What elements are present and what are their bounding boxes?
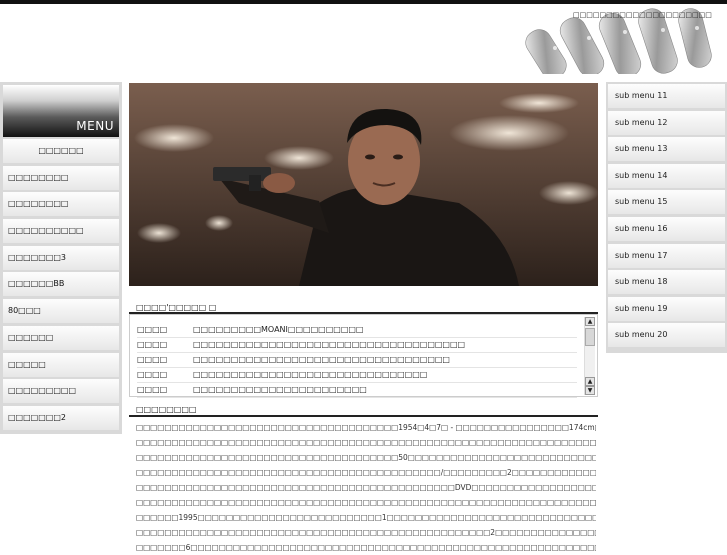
header: □□□□□□□□□□□□□□□□□□□□□ xyxy=(0,4,727,74)
profile-divider xyxy=(129,415,598,417)
profile-text: □□□□□□□□□□□□□□□□□□□□□□□□□□□□□□□□□□□□□195… xyxy=(136,420,596,555)
profile-line: □□□□□□□□□□□□□□□□□□□□□□□□□□□□□□□□□□□□□□□□… xyxy=(136,528,596,537)
left-menu-item[interactable]: □□□□□□□2 xyxy=(3,405,119,430)
left-menu-item[interactable]: □□□□□□□□□□ xyxy=(3,219,119,244)
profile-line: □□□□□□□□□□□□□□□□□□□□□□□□□□□□□□□□□□□□□□□□… xyxy=(136,498,596,507)
scroll-up-button-lower[interactable]: ▲ xyxy=(585,377,595,386)
submenu-item[interactable]: sub menu 18 xyxy=(608,270,725,295)
news-date: □□□□ xyxy=(137,385,168,394)
news-text[interactable]: □□□□□□□□□□□□□□□□□□□□□□□ xyxy=(193,383,367,397)
left-menu-item[interactable]: □□□□□ xyxy=(3,352,119,377)
scroll-down-button[interactable]: ▼ xyxy=(585,386,595,395)
profile-section-title: □□□□□□□□ xyxy=(136,405,197,414)
submenu-item[interactable]: sub menu 20 xyxy=(608,323,725,348)
submenu-item[interactable]: sub menu 12 xyxy=(608,110,725,135)
menu-header: MENU xyxy=(3,85,119,137)
news-section-title: □□□□'□□□□□ □ xyxy=(136,303,217,312)
left-menu-item[interactable]: □□□□□□BB xyxy=(3,272,119,297)
header-link[interactable]: □□□□□□□□□□□□□□□□□□□□□ xyxy=(573,11,712,19)
submenu-item[interactable]: sub menu 11 xyxy=(608,84,725,108)
left-menu-item[interactable]: □□□□□□□□ xyxy=(3,192,119,217)
news-date: □□□□ xyxy=(137,325,168,334)
scroll-thumb[interactable] xyxy=(585,328,595,346)
news-row[interactable]: □□□□ □□□□□□□□□MOANI□□□□□□□□□□ xyxy=(137,323,577,338)
news-list: □□□□ □□□□□□□□□MOANI□□□□□□□□□□ □□□□ □□□□□… xyxy=(129,314,598,398)
hero-photo xyxy=(129,83,598,286)
profile-line: □□□□□□□□□□□□□□□□□□□□□□□□□□□□□□□□□□□□□195… xyxy=(136,423,596,432)
profile-line: □□□□□□□6□□□□□□□□□□□□□□□□□□□□□□□□□□□□□□□□… xyxy=(136,543,596,552)
news-text[interactable]: □□□□□□□□□MOANI□□□□□□□□□□ xyxy=(193,323,364,337)
news-text[interactable]: □□□□□□□□□□□□□□□□□□□□□□□□□□□□□□□□□□□□ xyxy=(193,338,465,352)
submenu-item[interactable]: sub menu 13 xyxy=(608,137,725,162)
news-date: □□□□ xyxy=(137,355,168,364)
profile-line: □□□□□□□□□□□□□□□□□□□□□□□□□□□□□□□□□□□□□50□… xyxy=(136,453,596,462)
left-menu-item[interactable]: □□□□□□□3 xyxy=(3,245,119,270)
left-menu: MENU □□□□□□ □□□□□□□□ □□□□□□□□ □□□□□□□□□□… xyxy=(0,82,122,434)
news-date: □□□□ xyxy=(137,370,168,379)
left-menu-item[interactable]: □□□□□□ xyxy=(3,139,119,163)
news-scrollbar[interactable]: ▲ ▲ ▼ xyxy=(584,317,595,395)
submenu-item[interactable]: sub menu 14 xyxy=(608,163,725,188)
submenu-item[interactable]: sub menu 19 xyxy=(608,296,725,321)
profile-line: □□□□□□1995□□□□□□□□□□□□□□□□□□□□□□□□□□1□□□… xyxy=(136,513,596,522)
news-text[interactable]: □□□□□□□□□□□□□□□□□□□□□□□□□□□□□□□ xyxy=(193,368,427,382)
hero-image xyxy=(129,83,598,286)
scroll-up-button[interactable]: ▲ xyxy=(585,317,595,326)
submenu-item[interactable]: sub menu 15 xyxy=(608,190,725,215)
news-row[interactable]: □□□□ □□□□□□□□□□□□□□□□□□□□□□□□□□□□□□□□□□ xyxy=(137,353,577,368)
profile-line: □□□□□□□□□□□□□□□□□□□□□□□□□□□□□□□□□□□□□□□□… xyxy=(136,468,596,477)
submenu-item[interactable]: sub menu 16 xyxy=(608,216,725,241)
news-row[interactable]: □□□□ □□□□□□□□□□□□□□□□□□□□□□□□□□□□□□□ xyxy=(137,368,577,383)
menu-title: MENU xyxy=(76,119,114,133)
news-row[interactable]: □□□□ □□□□□□□□□□□□□□□□□□□□□□□ xyxy=(137,383,577,398)
right-submenu: sub menu 11 sub menu 12 sub menu 13 sub … xyxy=(606,82,727,353)
news-text[interactable]: □□□□□□□□□□□□□□□□□□□□□□□□□□□□□□□□□□ xyxy=(193,353,450,367)
profile-line: □□□□□□□□□□□□□□□□□□□□□□□□□□□□□□□□□□□□□□□□… xyxy=(136,483,596,492)
left-menu-item[interactable]: □□□□□□□□ xyxy=(3,165,119,190)
submenu-list: sub menu 11 sub menu 12 sub menu 13 sub … xyxy=(608,84,725,350)
left-menu-item[interactable]: 80□□□ xyxy=(3,299,119,324)
left-menu-item[interactable]: □□□□□□□□□ xyxy=(3,379,119,404)
news-row[interactable]: □□□□ □□□□□□□□□□□□□□□□□□□□□□□□□□□□□□□□□□□… xyxy=(137,338,577,353)
left-menu-list: □□□□□□ □□□□□□□□ □□□□□□□□ □□□□□□□□□□ □□□□… xyxy=(3,139,119,433)
left-menu-item[interactable]: □□□□□□ xyxy=(3,325,119,350)
news-date: □□□□ xyxy=(137,340,168,349)
profile-line: □□□□□□□□□□□□□□□□□□□□□□□□□□□□□□□□□□□□□□□□… xyxy=(136,438,596,447)
submenu-item[interactable]: sub menu 17 xyxy=(608,243,725,268)
